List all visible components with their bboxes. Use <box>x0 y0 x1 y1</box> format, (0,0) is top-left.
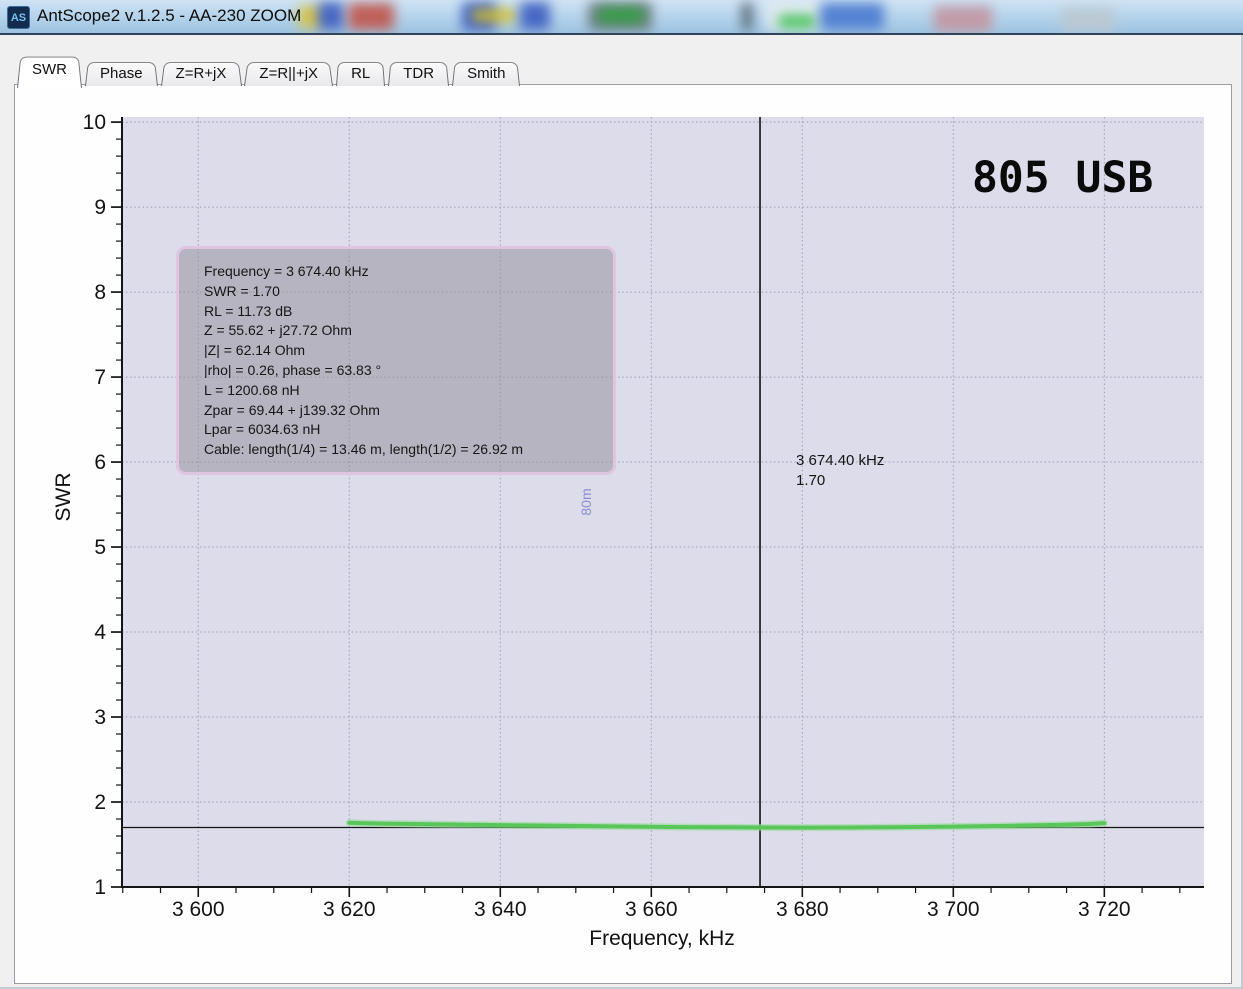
tab-bar: SWR Phase Z=R+jX Z=R||+jX RL TDR Smith <box>17 55 520 86</box>
tab-label: Z=R||+jX <box>259 65 318 82</box>
swr-chart-plot[interactable]: 3 600 3 620 3 640 3 660 3 680 3 700 3 720 1 2 3 4 5… <box>0 0 1243 989</box>
y-tick-label: 2 <box>94 791 106 814</box>
y-tick-label: 6 <box>94 451 106 474</box>
x-tick-label: 3 640 <box>474 898 527 921</box>
tab-label: RL <box>351 65 370 82</box>
tab-phase[interactable]: Phase <box>85 60 158 86</box>
x-tick-label: 3 620 <box>323 898 376 921</box>
y-tick-label: 10 <box>83 111 106 134</box>
info-line: |Z| = 62.14 Ohm <box>204 341 613 361</box>
info-line: SWR = 1.70 <box>204 282 613 302</box>
info-line: |rho| = 0.26, phase = 63.83 ° <box>204 361 613 381</box>
band-label: 80m <box>578 488 594 515</box>
y-tick-label: 9 <box>94 196 106 219</box>
tab-z-r-jx[interactable]: Z=R+jX <box>161 60 242 86</box>
tab-rl[interactable]: RL <box>336 60 385 86</box>
measurement-info-box: Frequency = 3 674.40 kHzSWR = 1.70RL = 1… <box>176 246 616 475</box>
tab-swr[interactable]: SWR <box>17 53 82 88</box>
x-tick-label: 3 600 <box>172 898 225 921</box>
tab-label: Phase <box>100 65 143 82</box>
info-line: L = 1200.68 nH <box>204 381 613 401</box>
info-line: RL = 11.73 dB <box>204 302 613 322</box>
y-tick-label: 8 <box>94 281 106 304</box>
info-line: Zpar = 69.44 + j139.32 Ohm <box>204 401 613 421</box>
y-axis-title: SWR <box>52 473 76 522</box>
tab-tdr[interactable]: TDR <box>388 60 449 86</box>
x-tick-label: 3 660 <box>625 898 678 921</box>
cursor-swr: 1.70 <box>796 471 884 491</box>
y-tick-label: 5 <box>94 536 106 559</box>
info-line: Cable: length(1/4) = 13.46 m, length(1/2… <box>204 440 613 460</box>
cursor-frequency: 3 674.40 kHz <box>796 451 884 471</box>
y-tick-label: 4 <box>94 621 106 644</box>
x-tick-label: 3 720 <box>1078 898 1131 921</box>
y-tick-label: 3 <box>94 706 106 729</box>
annotation-text: 805 USB <box>972 153 1153 203</box>
plot-background <box>122 117 1204 887</box>
cursor-readout: 3 674.40 kHz 1.70 <box>796 451 884 491</box>
info-line: Lpar = 6034.63 nH <box>204 420 613 440</box>
tab-z-rpar-jx[interactable]: Z=R||+jX <box>244 60 333 86</box>
y-tick-label: 1 <box>94 876 106 899</box>
info-line: Z = 55.62 + j27.72 Ohm <box>204 321 613 341</box>
tab-smith[interactable]: Smith <box>452 60 520 86</box>
tab-label: Z=R+jX <box>176 65 227 82</box>
x-tick-label: 3 700 <box>927 898 980 921</box>
tab-label: TDR <box>403 65 434 82</box>
tab-label: SWR <box>32 61 67 78</box>
x-tick-label: 3 680 <box>776 898 829 921</box>
tab-label: Smith <box>467 65 505 82</box>
x-axis-title: Frequency, kHz <box>589 927 735 951</box>
info-line: Frequency = 3 674.40 kHz <box>204 262 613 282</box>
y-tick-label: 7 <box>94 366 106 389</box>
